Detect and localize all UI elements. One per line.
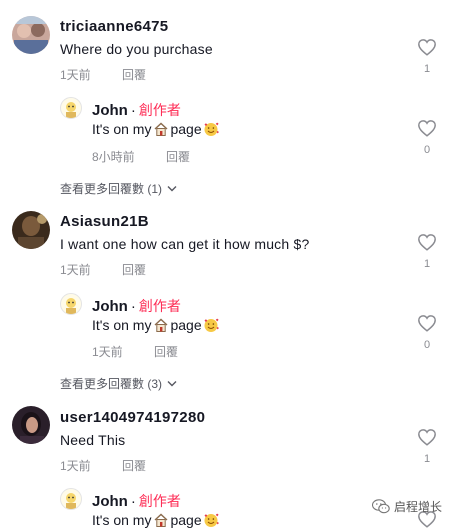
comment-text: Where do you purchase [60,41,213,57]
reply-meta: 1天前 回覆 [92,343,178,360]
like-count: 1 [423,258,431,270]
creator-badge: 創作者 [138,102,181,118]
comment-text: I want one how can get it how much $? [60,236,310,252]
reply-username[interactable]: John [92,298,128,315]
avatar[interactable] [12,406,50,444]
reply-time: 8小時前 [92,150,135,164]
watermark: 启程增长 [371,498,442,515]
view-more-replies-button[interactable]: 查看更多回覆數 (1) [60,180,177,197]
reply-button[interactable]: 回覆 [122,263,146,277]
reply-meta: 8小時前 回覆 [92,148,190,165]
reply-text: It's on my page [92,317,219,333]
reply-button[interactable]: 回覆 [166,150,190,164]
like-count: 1 [423,63,431,75]
comment-time: 1天前 [60,263,91,277]
like-count: 0 [423,339,431,351]
creator-badge: 創作者 [138,493,181,509]
creator-avatar[interactable] [60,293,82,315]
comment-meta: 1天前 回覆 [60,66,146,83]
creator-avatar[interactable] [60,97,82,119]
heart-icon [418,39,436,56]
reply-button[interactable]: 回覆 [122,68,146,82]
smiling-face-with-hearts-icon [204,122,219,136]
heart-icon [418,120,436,137]
like-count: 0 [423,144,431,156]
reply-text: It's on my page [92,512,219,528]
creator-avatar[interactable] [60,488,82,510]
reply-time: 1天前 [92,345,123,359]
like-button[interactable]: 1 [417,233,437,270]
like-button[interactable]: 1 [417,38,437,75]
house-emoji-icon [154,318,168,332]
reply-author: John · 創作者 [92,298,181,315]
reply-author: John · 創作者 [92,493,181,510]
comment-username[interactable]: triciaanne6475 [60,18,168,35]
comment-text: Need This [60,432,126,448]
reply-like-button[interactable]: 0 [417,119,437,156]
comment-meta: 1天前 回覆 [60,457,146,474]
avatar[interactable] [12,211,50,249]
like-button[interactable]: 1 [417,428,437,465]
house-emoji-icon [154,513,168,527]
comment-meta: 1天前 回覆 [60,261,146,278]
view-more-replies-button[interactable]: 查看更多回覆數 (3) [60,375,177,392]
wechat-icon [371,499,390,514]
smiling-face-with-hearts-icon [204,318,219,332]
heart-icon [418,429,436,446]
avatar[interactable] [12,16,50,54]
reply-username[interactable]: John [92,102,128,119]
reply-button[interactable]: 回覆 [154,345,178,359]
comment-username[interactable]: user1404974197280 [60,409,205,426]
creator-badge: 創作者 [138,298,181,314]
comment-username[interactable]: Asiasun21B [60,213,149,230]
comment-time: 1天前 [60,68,91,82]
heart-icon [418,234,436,251]
chevron-down-icon [167,186,177,192]
reply-button[interactable]: 回覆 [122,459,146,473]
heart-icon [418,315,436,332]
like-count: 1 [423,453,431,465]
smiling-face-with-hearts-icon [204,513,219,527]
reply-like-button[interactable]: 0 [417,314,437,351]
watermark-text: 启程增长 [393,500,442,514]
reply-author: John · 創作者 [92,102,181,119]
comment-time: 1天前 [60,459,91,473]
reply-username[interactable]: John [92,493,128,510]
reply-text: It's on my page [92,121,219,137]
chevron-down-icon [167,381,177,387]
house-emoji-icon [154,122,168,136]
